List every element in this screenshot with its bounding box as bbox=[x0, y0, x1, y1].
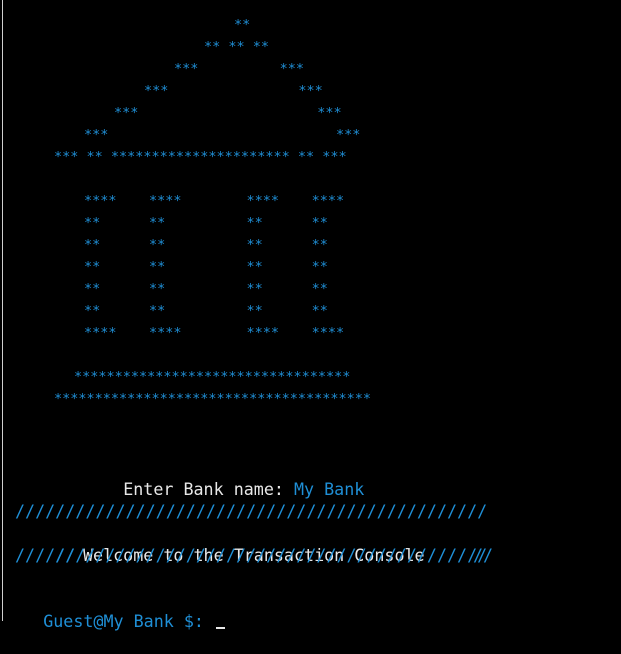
art-line: **** **** **** **** bbox=[84, 325, 345, 341]
art-line: ** ** ** ** bbox=[84, 303, 328, 319]
text-cursor bbox=[215, 627, 225, 629]
banner-bottom-border: ////////////////////////////////////////… bbox=[15, 545, 488, 565]
banner-top-border: ////////////////////////////////////////… bbox=[15, 501, 488, 521]
art-line: ** ** ** ** bbox=[84, 281, 328, 297]
terminal-window[interactable]: ** ** ** ** *** *** *** *** *** *** *** *** **… bbox=[2, 0, 620, 631]
bank-name-value: My Bank bbox=[293, 479, 365, 499]
art-line: **** **** **** **** bbox=[84, 193, 345, 209]
bank-name-prompt: Enter Bank name: My Bank bbox=[83, 456, 364, 499]
shell-prompt: Guest@My Bank $: bbox=[43, 611, 214, 631]
shell-prompt-line[interactable]: Guest@My Bank $: bbox=[3, 588, 225, 631]
art-line: ** ** ** ** bbox=[84, 237, 328, 253]
bank-name-label: Enter Bank name: bbox=[123, 479, 294, 499]
art-line: *** *** bbox=[144, 83, 323, 99]
art-line: ** bbox=[234, 17, 251, 33]
art-line: *** ** ********************** ** *** bbox=[54, 149, 347, 165]
art-line: *************************************** bbox=[54, 391, 371, 407]
art-line: ** ** ** ** bbox=[84, 215, 328, 231]
art-line: *** *** bbox=[114, 105, 342, 121]
art-line: *** *** bbox=[84, 127, 361, 143]
art-line: ********************************** bbox=[74, 369, 351, 385]
art-line: *** *** bbox=[174, 61, 305, 77]
art-line: ** ** ** bbox=[204, 39, 270, 55]
art-line: ** ** ** ** bbox=[84, 259, 328, 275]
banner-title-row: //Welcome to the Transaction Console// bbox=[15, 522, 493, 565]
